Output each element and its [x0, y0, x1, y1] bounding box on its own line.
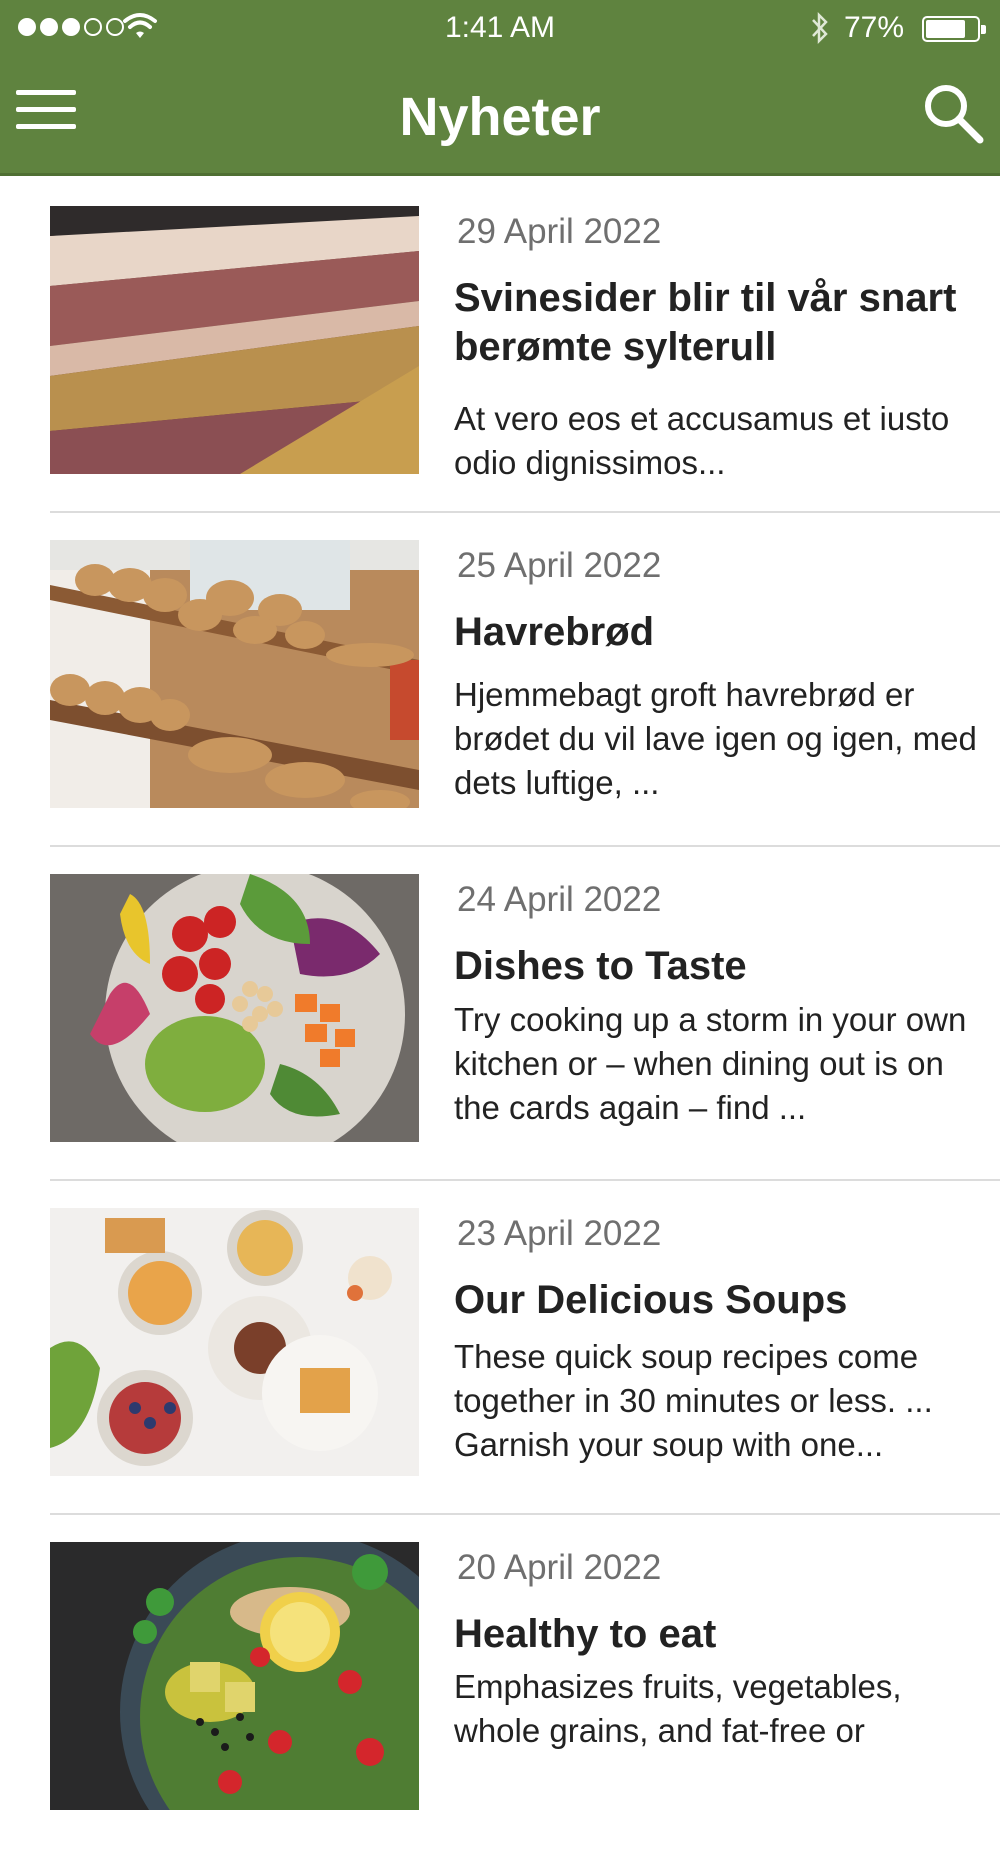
news-item[interactable]: 23 April 2022 Our Delicious Soups These … — [50, 1181, 1000, 1515]
salad-bowl-photo — [50, 874, 419, 1142]
article-title[interactable]: Healthy to eat — [454, 1610, 994, 1659]
healthy-salad-photo — [50, 1542, 419, 1810]
pork-belly-photo — [50, 206, 419, 474]
news-item[interactable]: 29 April 2022 Svinesider blir til vår sn… — [50, 179, 1000, 513]
article-date: 24 April 2022 — [457, 880, 662, 919]
news-item[interactable]: 25 April 2022 Havrebrød Hjemmebagt groft… — [50, 513, 1000, 847]
article-excerpt: These quick soup recipes come together i… — [454, 1338, 933, 1463]
breakfast-table-photo — [50, 1208, 419, 1476]
article-title[interactable]: Havrebrød — [454, 608, 994, 657]
article-date: 20 April 2022 — [457, 1548, 662, 1587]
bread-shelf-photo — [50, 540, 419, 808]
article-excerpt: Emphasizes fruits, vegetables, whole gra… — [454, 1668, 902, 1749]
article-title[interactable]: Our Delicious Soups — [454, 1276, 994, 1325]
battery-percent: 77% — [844, 11, 905, 44]
article-excerpt: Try cooking up a storm in your own kitch… — [454, 1001, 967, 1126]
battery-icon — [922, 16, 986, 42]
article-excerpt: At vero eos et accusamus et iusto odio d… — [454, 400, 950, 481]
search-icon[interactable] — [922, 82, 984, 144]
status-bar: 1:41 AM 77% — [0, 0, 1000, 56]
article-title[interactable]: Dishes to Taste — [454, 942, 994, 991]
app-header: 1:41 AM 77% Nyheter — [0, 0, 1000, 176]
news-item[interactable]: 20 April 2022 Healthy to eat Emphasizes … — [50, 1515, 1000, 1849]
article-title[interactable]: Svinesider blir til vår snart berømte sy… — [454, 274, 994, 372]
article-date: 23 April 2022 — [457, 1214, 662, 1253]
page-title: Nyheter — [399, 87, 601, 147]
article-excerpt: Hjemmebagt groft havrebrød er brødet du … — [454, 676, 977, 801]
article-date: 29 April 2022 — [457, 212, 662, 251]
bluetooth-icon — [812, 11, 828, 45]
article-date: 25 April 2022 — [457, 546, 662, 585]
news-item[interactable]: 24 April 2022 Dishes to Taste Try cookin… — [50, 847, 1000, 1181]
